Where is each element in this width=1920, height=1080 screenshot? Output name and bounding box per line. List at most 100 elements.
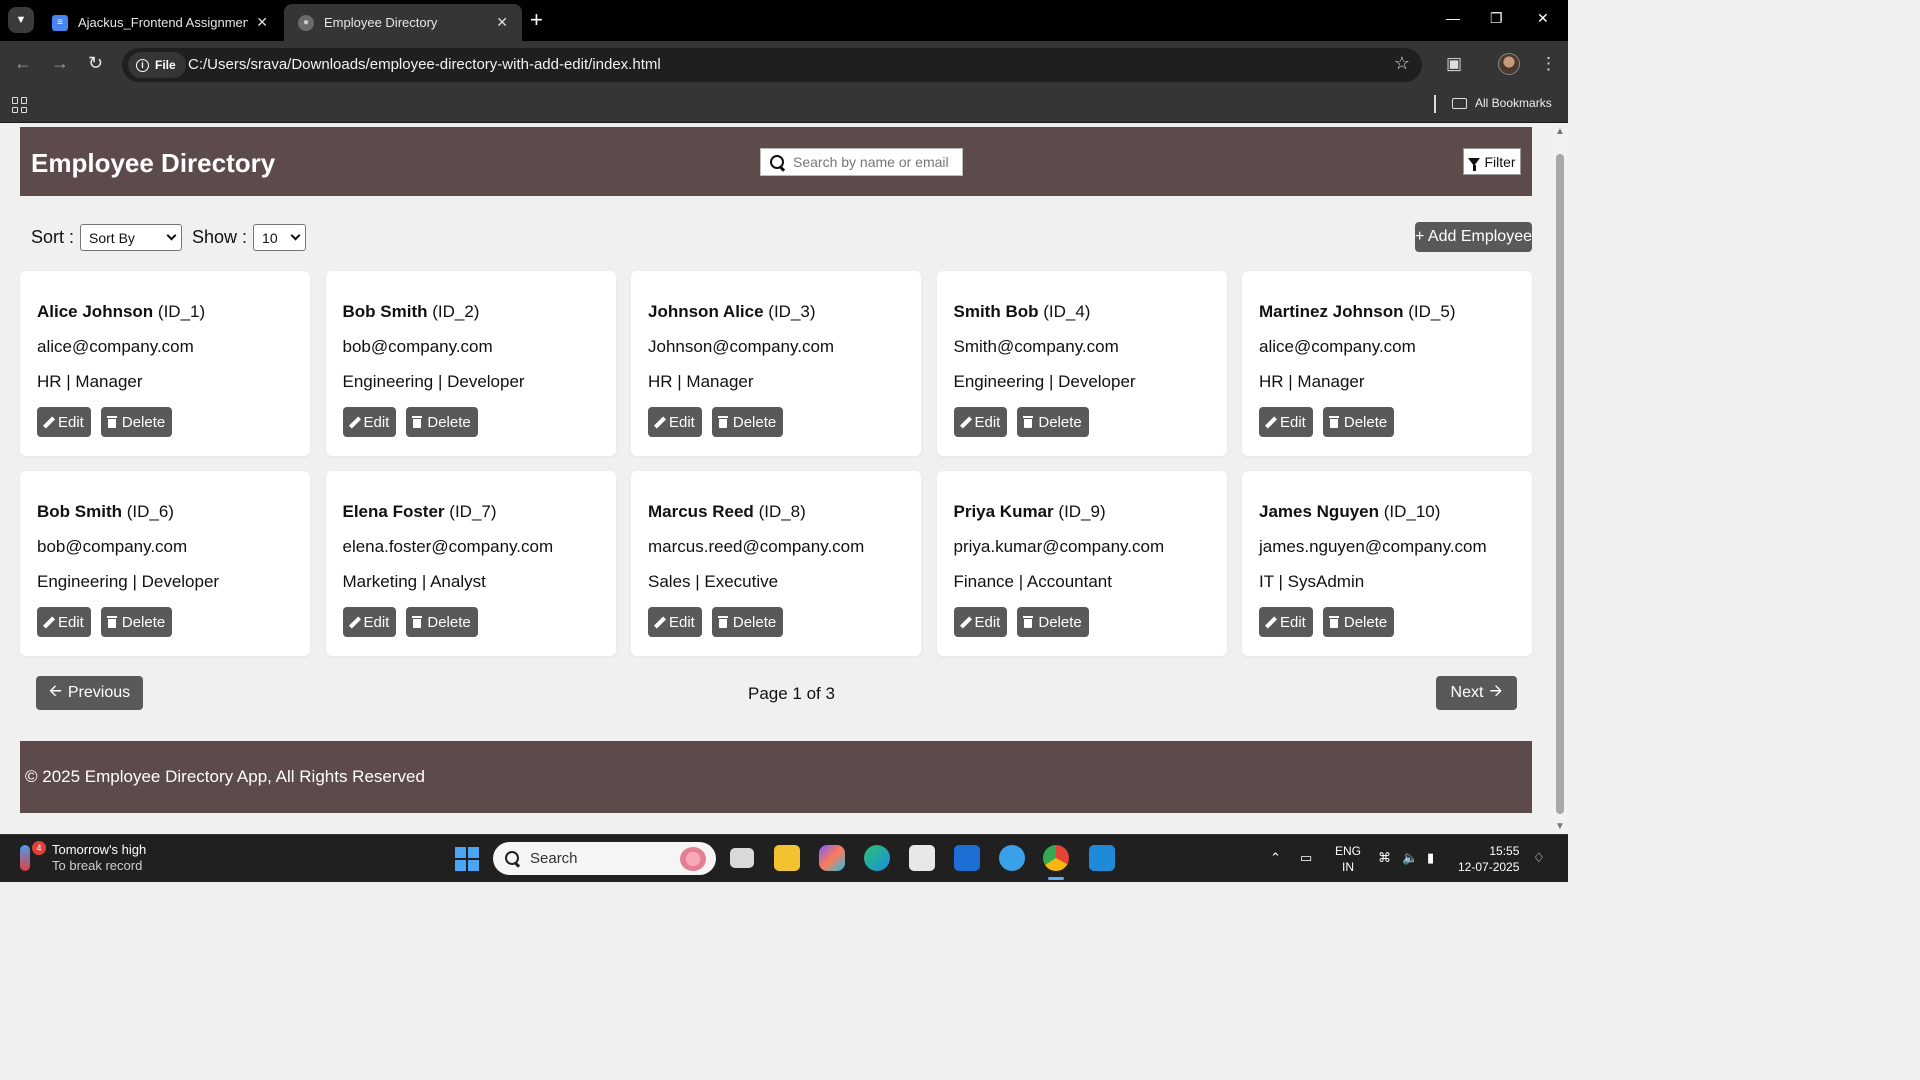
mylio-icon[interactable] (954, 845, 980, 871)
battery-icon[interactable]: ▮ (1427, 850, 1434, 866)
help-icon[interactable] (999, 845, 1025, 871)
edit-button[interactable]: Edit (953, 407, 1008, 437)
delete-button[interactable]: Delete (100, 607, 173, 637)
edit-button[interactable]: Edit (648, 407, 702, 437)
page-indicator: Page 1 of 3 (748, 684, 835, 703)
next-button[interactable]: Next 🡪 (1436, 676, 1517, 710)
url-text[interactable]: C:/Users/srava/Downloads/employee-direct… (188, 56, 661, 73)
employee-name: Elena Foster (342, 502, 445, 521)
edit-label: Edit (974, 413, 1001, 431)
edit-button[interactable]: Edit (953, 607, 1008, 637)
all-bookmarks-button[interactable]: All Bookmarks (1452, 96, 1552, 110)
extensions-icon[interactable]: ▣ (1446, 54, 1462, 74)
taskbar-search[interactable]: Search (493, 842, 716, 875)
edit-button[interactable]: Edit (342, 407, 397, 437)
delete-button[interactable]: Delete (711, 407, 784, 437)
edit-button[interactable]: Edit (37, 407, 91, 437)
edit-button[interactable]: Edit (1259, 407, 1313, 437)
close-window-icon[interactable]: ✕ (1537, 10, 1549, 27)
app-header: Employee Directory Filter (20, 127, 1532, 196)
edit-label: Edit (669, 613, 695, 631)
forward-arrow-icon[interactable]: → (51, 53, 69, 74)
site-info-chip[interactable]: i File (128, 52, 186, 78)
scroll-up-arrow-icon[interactable]: ▲ (1555, 126, 1565, 137)
scroll-down-arrow-icon[interactable]: ▼ (1555, 821, 1565, 832)
filter-button[interactable]: Filter (1463, 148, 1521, 175)
new-tab-button[interactable]: + (530, 9, 543, 31)
wifi-icon[interactable]: ⌘ (1378, 850, 1391, 866)
apps-grid-icon[interactable] (12, 97, 28, 113)
address-bar[interactable]: i File C:/Users/srava/Downloads/employee… (122, 48, 1422, 82)
sort-select[interactable]: Sort By (80, 224, 183, 251)
search-icon (770, 154, 785, 170)
card-actions: Edit Delete (648, 407, 905, 437)
menu-kebab-icon[interactable]: ⋮ (1540, 54, 1557, 74)
employee-card: James Nguyen (ID_10) james.nguyen@company… (1242, 471, 1532, 656)
edit-button[interactable]: Edit (648, 607, 702, 637)
close-icon[interactable]: ✕ (496, 14, 508, 31)
windows-start-icon[interactable] (455, 847, 479, 871)
add-employee-button[interactable]: + Add Employee (1415, 222, 1532, 252)
page-scrollbar[interactable]: ▲ ▼ (1552, 124, 1568, 834)
previous-button[interactable]: 🡨 Previous (36, 676, 143, 710)
page-size-select[interactable]: 10 (253, 224, 307, 251)
back-arrow-icon[interactable]: ← (14, 53, 32, 74)
employee-role: HR | Manager (1259, 372, 1365, 391)
chrome-icon[interactable] (1043, 845, 1069, 871)
search-input[interactable] (793, 154, 953, 170)
delete-label: Delete (427, 413, 471, 431)
employee-name-row: James Nguyen (ID_10) (1259, 502, 1516, 524)
profile-avatar[interactable] (1498, 53, 1520, 75)
edit-button[interactable]: Edit (37, 607, 91, 637)
employee-name-row: Martinez Johnson (ID_5) (1259, 302, 1516, 324)
show-label: Show : (192, 227, 248, 247)
tab-employee-directory[interactable]: ● Employee Directory ✕ (284, 4, 522, 41)
vscode-icon[interactable] (1089, 845, 1115, 871)
delete-button[interactable]: Delete (406, 407, 478, 437)
weather-widget[interactable]: 4 Tomorrow's high To break record (20, 841, 146, 874)
copilot-icon[interactable] (819, 845, 845, 871)
edge-icon[interactable] (864, 845, 890, 871)
employee-card: Marcus Reed (ID_8) marcus.reed@company.co… (631, 471, 921, 656)
delete-button[interactable]: Delete (711, 607, 784, 637)
edit-button[interactable]: Edit (1259, 607, 1313, 637)
delete-label: Delete (1038, 413, 1082, 431)
taskbar-search-label: Search (530, 850, 578, 867)
notification-badge: 4 (32, 841, 46, 855)
close-icon[interactable]: ✕ (256, 14, 268, 31)
clock[interactable]: 15:55 12-07-2025 (1458, 843, 1519, 875)
language-indicator[interactable]: ENG IN (1335, 843, 1361, 875)
store-icon[interactable] (909, 845, 935, 871)
reload-icon[interactable]: ↻ (88, 53, 103, 74)
employee-card: Martinez Johnson (ID_5) alice@company.com… (1242, 271, 1532, 456)
employee-name: Bob Smith (37, 502, 122, 521)
volume-icon[interactable]: 🔈 (1402, 850, 1418, 866)
employee-name-row: Priya Kumar (ID_9) (954, 502, 1211, 524)
delete-label: Delete (1343, 413, 1388, 431)
edit-button[interactable]: Edit (342, 607, 397, 637)
edit-label: Edit (363, 413, 390, 431)
chevron-up-icon[interactable]: ⌃ (1270, 850, 1281, 866)
minimize-icon[interactable]: — (1446, 10, 1460, 26)
file-explorer-icon[interactable] (774, 845, 800, 871)
pencil-icon (654, 417, 665, 428)
tab-search-button[interactable]: ▼ (8, 7, 34, 33)
tab-title: Employee Directory (324, 15, 438, 30)
delete-button[interactable]: Delete (1322, 607, 1395, 637)
notification-bell-icon[interactable]: ♢ (1533, 850, 1545, 866)
delete-button[interactable]: Delete (1322, 407, 1395, 437)
employee-card: Bob Smith (ID_6) bob@company.com Engineeri… (20, 471, 310, 656)
delete-button[interactable]: Delete (406, 607, 478, 637)
device-icon[interactable]: ▭ (1300, 850, 1312, 866)
delete-button[interactable]: Delete (100, 407, 173, 437)
delete-button[interactable]: Delete (1017, 607, 1089, 637)
task-view-icon[interactable] (730, 848, 754, 868)
delete-button[interactable]: Delete (1017, 407, 1089, 437)
bookmark-star-icon[interactable]: ☆ (1394, 53, 1410, 74)
employee-role: HR | Manager (648, 372, 754, 391)
search-box[interactable] (760, 148, 963, 176)
restore-icon[interactable]: ❐ (1490, 10, 1503, 27)
tab-ajackus[interactable]: ≡ Ajackus_Frontend Assignment - ✕ (38, 4, 282, 41)
scroll-thumb[interactable] (1556, 154, 1564, 814)
employee-email: alice@company.com (1259, 337, 1416, 356)
